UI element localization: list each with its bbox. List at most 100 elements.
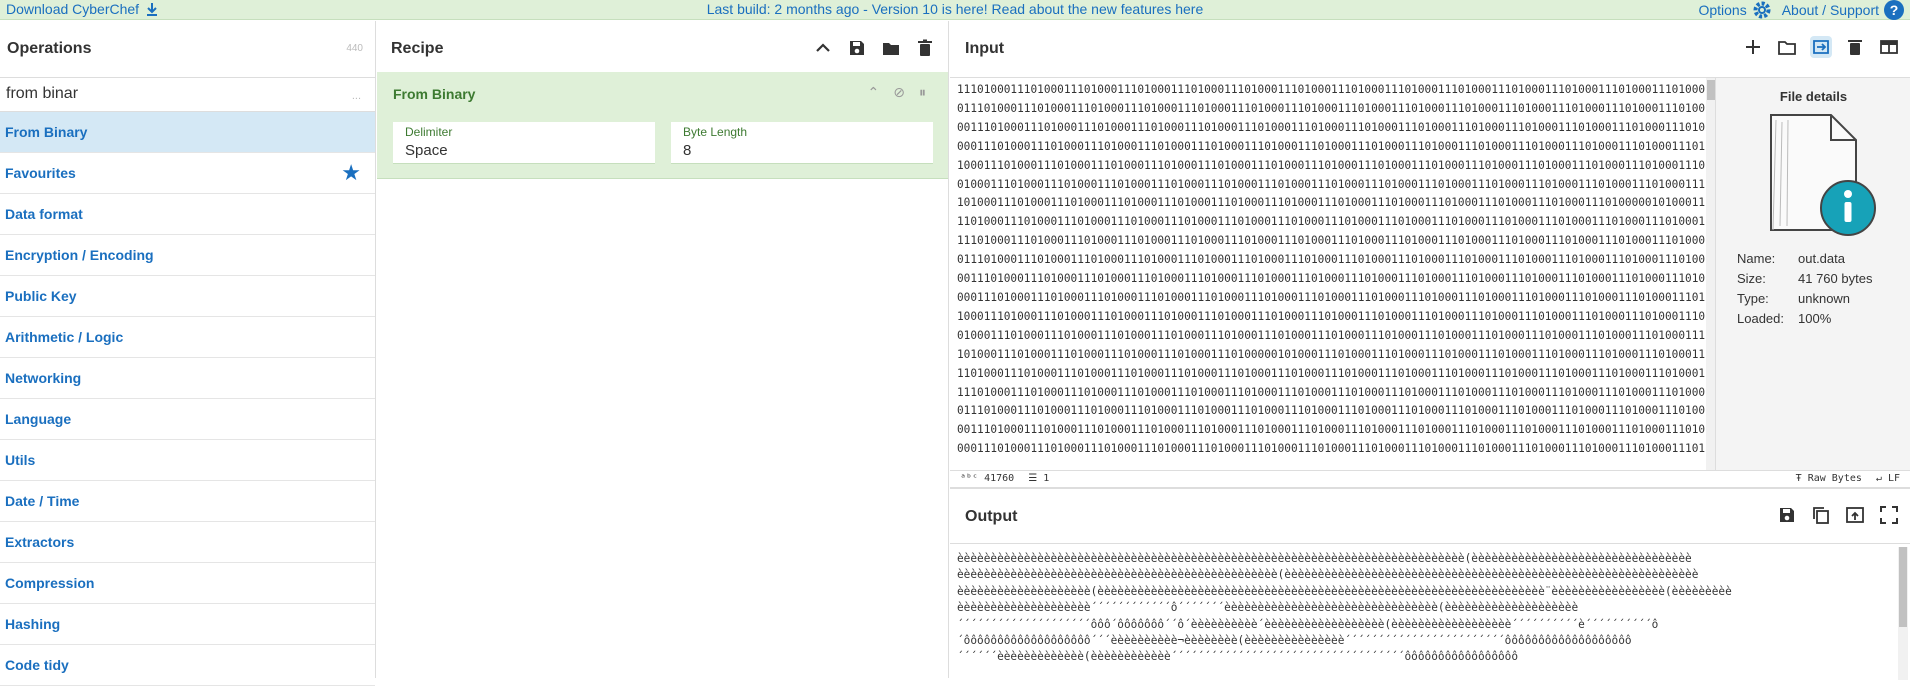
version-notice: Last build: 2 months ago - Version 10 is… <box>0 1 1910 17</box>
save-output-icon[interactable] <box>1776 504 1798 526</box>
file-name-value: out.data <box>1798 251 1845 266</box>
input-line: 0001110100011101000111010001110100011101… <box>957 290 1705 304</box>
output-text[interactable]: èèèèèèèèèèèèèèèèèèèèèèèèèèèèèèèèèèèèèèèè… <box>957 551 1897 680</box>
download-link[interactable]: Download CyberChef <box>6 1 159 17</box>
category-label[interactable]: Language <box>5 411 71 427</box>
category-label[interactable]: Compression <box>5 575 94 591</box>
version-notice-link[interactable]: Last build: 2 months ago - Version 10 is… <box>707 1 1204 17</box>
op-from-binary[interactable]: From Binary <box>0 112 375 153</box>
add-tab-icon[interactable] <box>1742 36 1764 58</box>
input-line: 0111010001110100011101000111010001110100… <box>957 253 1705 267</box>
output-title: Output <box>965 508 1018 525</box>
category-favourites[interactable]: Favourites ★ <box>0 153 375 194</box>
category-label[interactable]: Hashing <box>5 616 60 632</box>
open-folder-icon[interactable] <box>1776 36 1798 58</box>
clear-recipe-icon[interactable] <box>914 37 936 59</box>
category-label[interactable]: Networking <box>5 370 81 386</box>
category-label[interactable]: Code tidy <box>5 657 69 673</box>
category-date-time[interactable]: Date / Time <box>0 481 375 522</box>
byte-length-field[interactable]: Byte Length 8 <box>671 122 933 164</box>
options-link[interactable]: Options <box>1698 0 1771 20</box>
download-label[interactable]: Download CyberChef <box>6 1 139 17</box>
input-scroll-thumb[interactable] <box>1707 80 1715 100</box>
input-line: 0001110100011101000111010001110100011101… <box>957 139 1705 153</box>
file-type-value: unknown <box>1798 291 1851 306</box>
input-line: 0011101000111010001110100011101000111010… <box>957 423 1705 437</box>
category-label[interactable]: Extractors <box>5 534 74 550</box>
category-label[interactable]: Data format <box>5 206 83 222</box>
byte-length-label: Byte Length <box>683 125 748 139</box>
category-label[interactable]: Public Key <box>5 288 77 304</box>
file-size-label: Size: <box>1737 271 1766 286</box>
text-encoding-icon: Ŧ <box>1795 473 1802 484</box>
save-recipe-icon[interactable] <box>846 37 868 59</box>
download-icon[interactable] <box>145 2 159 16</box>
output-panel: Output èèèèèèèèèèèèèèèèèèèèèèèèèèèèèèèèè… <box>950 487 1910 680</box>
delimiter-label: Delimiter <box>405 125 453 139</box>
category-label[interactable]: Arithmetic / Logic <box>5 329 123 345</box>
output-line: ´´´´´´èèèèèèèèèèèèè(èèèèèèèèèèèè´´´´´´´´… <box>957 650 1519 664</box>
maximise-output-icon[interactable] <box>1878 504 1900 526</box>
about-label[interactable]: About / Support <box>1782 2 1879 18</box>
recipe-header: Recipe <box>377 21 948 78</box>
category-extractors[interactable]: Extractors <box>0 522 375 563</box>
input-line: 1110100011101000111010001110100011101000… <box>957 385 1705 399</box>
delimiter-field[interactable]: Delimiter Space <box>393 122 655 164</box>
category-code-tidy[interactable]: Code tidy <box>0 645 375 686</box>
category-public-key[interactable]: Public Key <box>0 276 375 317</box>
file-size-value: 41 760 bytes <box>1798 271 1873 286</box>
category-compression[interactable]: Compression <box>0 563 375 604</box>
operations-search[interactable]: ... <box>0 78 375 112</box>
breakpoint-icon[interactable]: ⏸ <box>919 84 926 101</box>
input-line: 1010001110100011101000111010001110100011… <box>957 347 1705 361</box>
category-data-format[interactable]: Data format <box>0 194 375 235</box>
input-line: 0011101000111010001110100011101000111010… <box>957 272 1705 286</box>
length-icon: ᵃᵇᶜ <box>960 473 979 484</box>
byte-length-value[interactable]: 8 <box>683 142 691 159</box>
collapse-all-icon[interactable] <box>812 37 834 59</box>
replace-input-icon[interactable] <box>1844 504 1866 526</box>
category-utils[interactable]: Utils <box>0 440 375 481</box>
input-text[interactable]: 1110100011101000111010001110100011101000… <box>957 78 1705 470</box>
input-line: 1000111010001110100011101000111010001110… <box>957 309 1705 323</box>
category-hashing[interactable]: Hashing <box>0 604 375 645</box>
eol-value[interactable]: LF <box>1888 473 1900 484</box>
search-input[interactable] <box>0 78 340 110</box>
encoding-select[interactable]: Ŧ Raw Bytes <box>1796 473 1862 484</box>
about-link[interactable]: About / Support ? <box>1782 0 1904 20</box>
op-label[interactable]: From Binary <box>5 124 87 140</box>
encoding-value[interactable]: Raw Bytes <box>1808 473 1862 484</box>
clear-input-icon[interactable] <box>1844 36 1866 58</box>
operations-title: Operations <box>7 40 92 57</box>
output-scroll-thumb[interactable] <box>1899 547 1907 627</box>
reset-layout-icon[interactable] <box>1878 36 1900 58</box>
category-arithmetic-logic[interactable]: Arithmetic / Logic <box>0 317 375 358</box>
file-type-label: Type: <box>1737 291 1769 306</box>
delimiter-value[interactable]: Space <box>405 142 448 159</box>
gear-icon[interactable] <box>1752 0 1772 20</box>
input-line: 0100011101000111010001110100011101000111… <box>957 328 1705 342</box>
output-scrollbar[interactable] <box>1898 547 1908 680</box>
category-language[interactable]: Language <box>0 399 375 440</box>
category-label[interactable]: Utils <box>5 452 35 468</box>
input-panel: Input 1110100011101000111010001110100011… <box>950 21 1910 487</box>
input-line: 1110100011101000111010001110100011101000… <box>957 83 1705 96</box>
input-line: 0011101000111010001110100011101000111010… <box>957 120 1705 134</box>
input-line: 1110100011101000111010001110100011101000… <box>957 234 1705 248</box>
collapse-op-icon[interactable]: ⌃ <box>868 84 880 101</box>
open-file-icon[interactable] <box>1810 36 1832 58</box>
category-label[interactable]: Favourites <box>5 165 76 181</box>
category-label[interactable]: Encryption / Encoding <box>5 247 154 263</box>
category-label[interactable]: Date / Time <box>5 493 79 509</box>
category-encryption-encoding[interactable]: Encryption / Encoding <box>0 235 375 276</box>
disable-op-icon[interactable]: ⊘ <box>893 84 905 101</box>
category-networking[interactable]: Networking <box>0 358 375 399</box>
load-recipe-icon[interactable] <box>880 37 902 59</box>
input-line: 0100011101000111010001110100011101000111… <box>957 177 1705 191</box>
copy-output-icon[interactable] <box>1810 504 1832 526</box>
input-line: 0111010001110100011101000111010001110100… <box>957 101 1705 115</box>
options-label[interactable]: Options <box>1698 2 1746 18</box>
recipe-operation-from-binary[interactable]: From Binary ⌃ ⊘ ⏸ Delimiter Space Byte L… <box>377 72 948 179</box>
help-icon[interactable]: ? <box>1884 0 1904 20</box>
eol-select[interactable]: ↵ LF <box>1876 473 1900 484</box>
